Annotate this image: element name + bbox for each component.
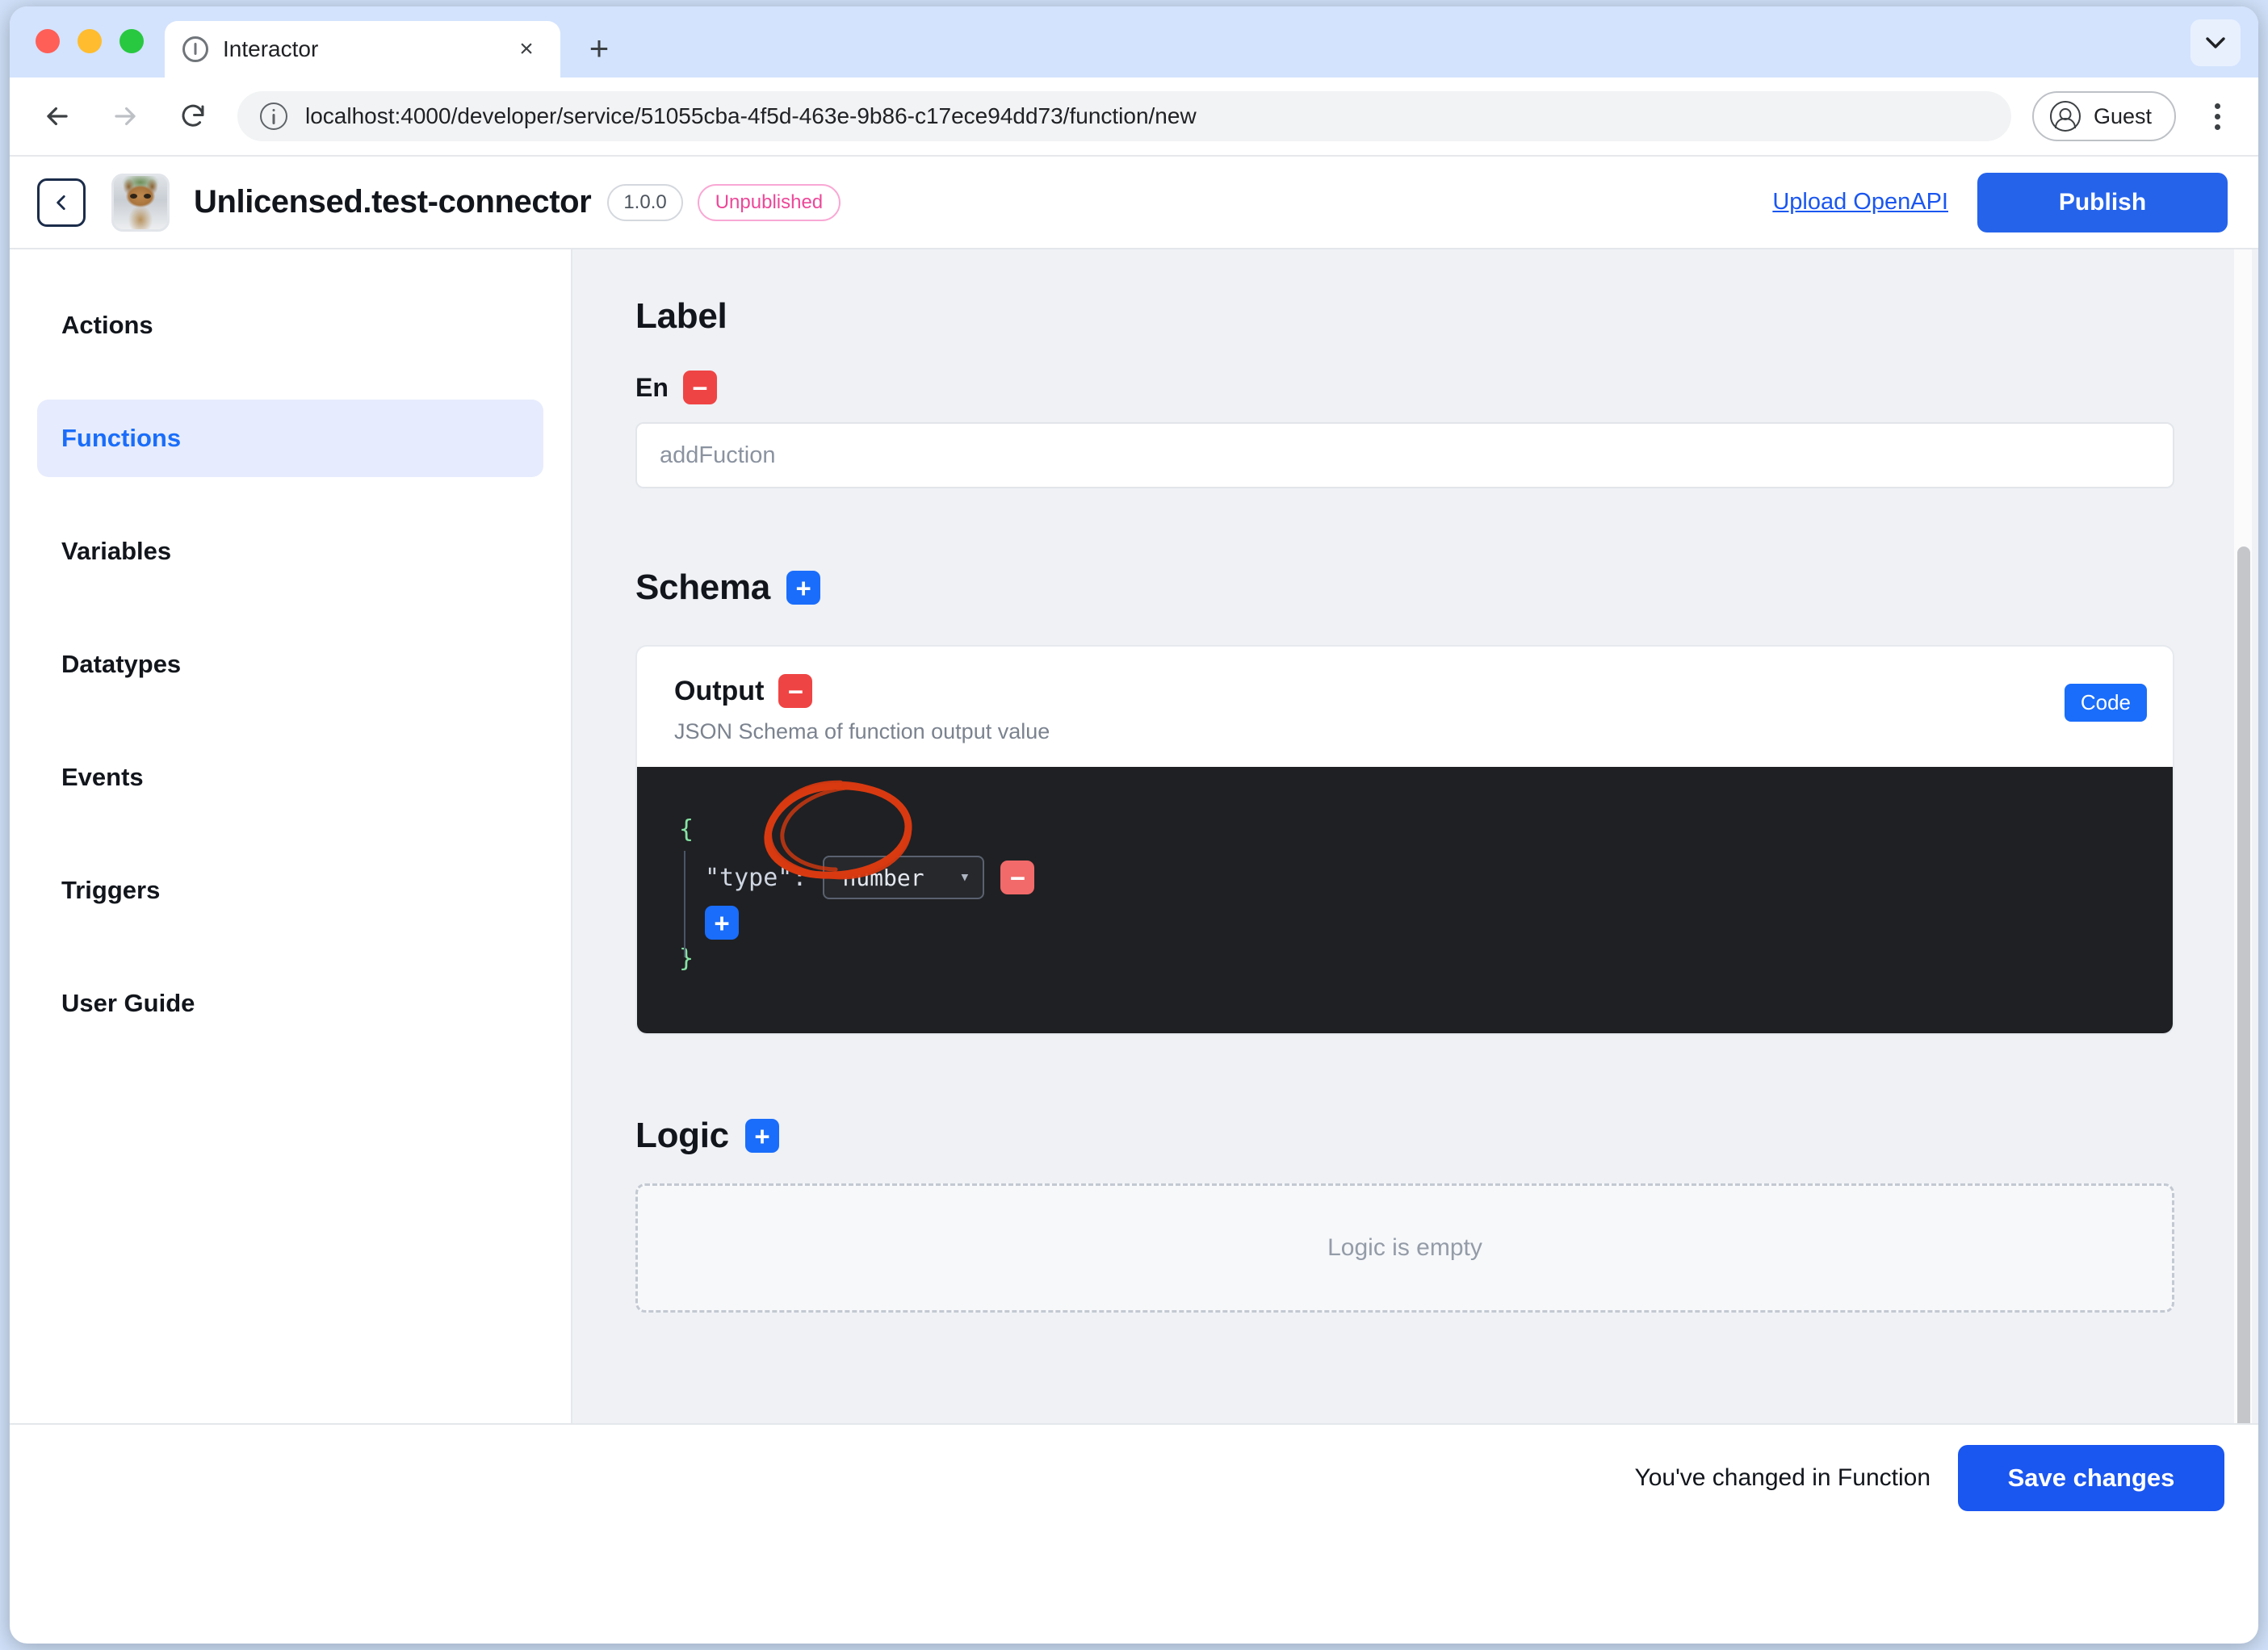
output-card-title: Output xyxy=(674,675,765,706)
sidebar-item-label: Actions xyxy=(61,311,153,339)
footer-bar: You've changed in Function Save changes xyxy=(10,1423,2258,1531)
back-icon[interactable] xyxy=(34,93,81,140)
sidebar-item-label: Variables xyxy=(61,537,172,565)
account-circle-icon xyxy=(2049,101,2081,132)
sidebar-item-label: Events xyxy=(61,763,144,791)
new-tab-button[interactable]: + xyxy=(573,23,625,74)
url-text: localhost:4000/developer/service/51055cb… xyxy=(305,103,1197,128)
tab-title: Interactor xyxy=(223,36,319,61)
version-badge: 1.0.0 xyxy=(607,183,683,221)
output-schema-card: Output − JSON Schema of function output … xyxy=(635,645,2174,1035)
upload-openapi-link[interactable]: Upload OpenAPI xyxy=(1772,189,1948,216)
window-controls xyxy=(10,29,165,77)
info-circle-icon xyxy=(182,36,208,62)
logic-section-heading: Logic + xyxy=(635,1116,2174,1156)
language-label: En xyxy=(635,372,669,402)
sidebar-item-label: Triggers xyxy=(61,876,161,904)
sidebar-item-actions[interactable]: Actions xyxy=(37,287,543,364)
browser-tab[interactable]: Interactor × xyxy=(165,21,560,77)
chevron-down-icon: ▾ xyxy=(959,867,971,887)
kebab-menu-icon[interactable] xyxy=(2197,93,2237,140)
remove-label-button[interactable]: − xyxy=(682,371,717,404)
browser-toolbar: localhost:4000/developer/service/51055cb… xyxy=(10,77,2258,157)
logic-heading-text: Logic xyxy=(635,1116,729,1155)
indent-guide xyxy=(684,851,685,957)
content-scrollbar[interactable] xyxy=(2234,249,2252,1423)
minimize-window-button[interactable] xyxy=(78,29,102,53)
profile-button[interactable]: Guest xyxy=(2031,91,2176,141)
sidebar-item-events[interactable]: Events xyxy=(37,739,543,816)
label-heading-text: Label xyxy=(635,296,727,336)
site-info-icon[interactable] xyxy=(260,103,287,130)
label-language-row: En − xyxy=(635,371,2174,404)
maximize-window-button[interactable] xyxy=(119,29,144,53)
sidebar-item-triggers[interactable]: Triggers xyxy=(37,852,543,929)
app-body: Actions Functions Variables Datatypes Ev… xyxy=(10,249,2258,1423)
function-editor: Label En − addFuction Schema + Output − … xyxy=(572,249,2258,1313)
add-property-button[interactable]: + xyxy=(705,906,739,940)
address-bar[interactable]: localhost:4000/developer/service/51055cb… xyxy=(237,91,2011,141)
avatar xyxy=(111,173,170,232)
schema-code-editor[interactable]: { "type": number ▾ − +} xyxy=(637,767,2173,1033)
output-card-header: Output − JSON Schema of function output … xyxy=(637,647,2173,767)
schema-property-row: "type": number ▾ − xyxy=(637,856,2173,899)
sidebar: Actions Functions Variables Datatypes Ev… xyxy=(10,249,572,1423)
scrollbar-thumb[interactable] xyxy=(2237,547,2250,1423)
logic-empty-text: Logic is empty xyxy=(1327,1234,1482,1261)
add-logic-button[interactable]: + xyxy=(744,1119,779,1153)
sidebar-item-functions[interactable]: Functions xyxy=(37,400,543,477)
remove-output-button[interactable]: − xyxy=(778,674,813,708)
code-close-brace: } xyxy=(679,944,694,973)
browser-window: Interactor × + localhost:4000/developer/… xyxy=(10,6,2258,1644)
sidebar-item-label: Functions xyxy=(61,424,182,452)
schema-heading-text: Schema xyxy=(635,567,770,607)
status-badge: Unpublished xyxy=(697,183,841,221)
remove-property-button[interactable]: − xyxy=(1000,861,1035,894)
type-select[interactable]: number ▾ xyxy=(823,856,985,899)
app-header: Unlicensed.test-connector 1.0.0 Unpublis… xyxy=(10,157,2258,249)
property-key: "type": xyxy=(705,863,807,892)
cat-avatar-image xyxy=(114,175,167,229)
code-open-brace: { xyxy=(679,815,694,844)
label-input[interactable]: addFuction xyxy=(635,422,2174,488)
back-button[interactable] xyxy=(37,178,86,227)
unsaved-changes-message: You've changed in Function xyxy=(1634,1464,1931,1491)
close-icon[interactable]: × xyxy=(510,33,543,65)
schema-section-heading: Schema + xyxy=(635,567,2174,608)
add-schema-button[interactable]: + xyxy=(786,571,820,605)
sidebar-item-label: User Guide xyxy=(61,989,195,1017)
publish-button[interactable]: Publish xyxy=(1977,172,2228,232)
sidebar-item-datatypes[interactable]: Datatypes xyxy=(37,626,543,703)
sidebar-item-user-guide[interactable]: User Guide xyxy=(37,965,543,1042)
forward-icon[interactable] xyxy=(102,93,149,140)
output-card-subtitle: JSON Schema of function output value xyxy=(674,719,1050,743)
output-card-title-row: Output − xyxy=(674,674,2144,708)
page-title: Unlicensed.test-connector xyxy=(194,184,592,220)
reload-icon[interactable] xyxy=(170,93,216,140)
close-window-button[interactable] xyxy=(36,29,60,53)
code-toggle-chip[interactable]: Code xyxy=(2064,684,2147,722)
label-section-heading: Label xyxy=(635,296,2174,337)
save-changes-button[interactable]: Save changes xyxy=(1958,1444,2224,1511)
logic-empty-state[interactable]: Logic is empty xyxy=(635,1183,2174,1313)
chevron-down-icon[interactable] xyxy=(2190,19,2241,66)
add-property-row: + xyxy=(637,906,2173,940)
profile-label: Guest xyxy=(2093,103,2152,128)
type-select-value: number xyxy=(842,864,924,891)
tab-strip: Interactor × + xyxy=(10,6,2258,77)
sidebar-item-label: Datatypes xyxy=(61,650,182,678)
label-input-value: addFuction xyxy=(660,442,776,468)
content-area: Label En − addFuction Schema + Output − … xyxy=(572,249,2258,1423)
sidebar-item-variables[interactable]: Variables xyxy=(37,513,543,590)
